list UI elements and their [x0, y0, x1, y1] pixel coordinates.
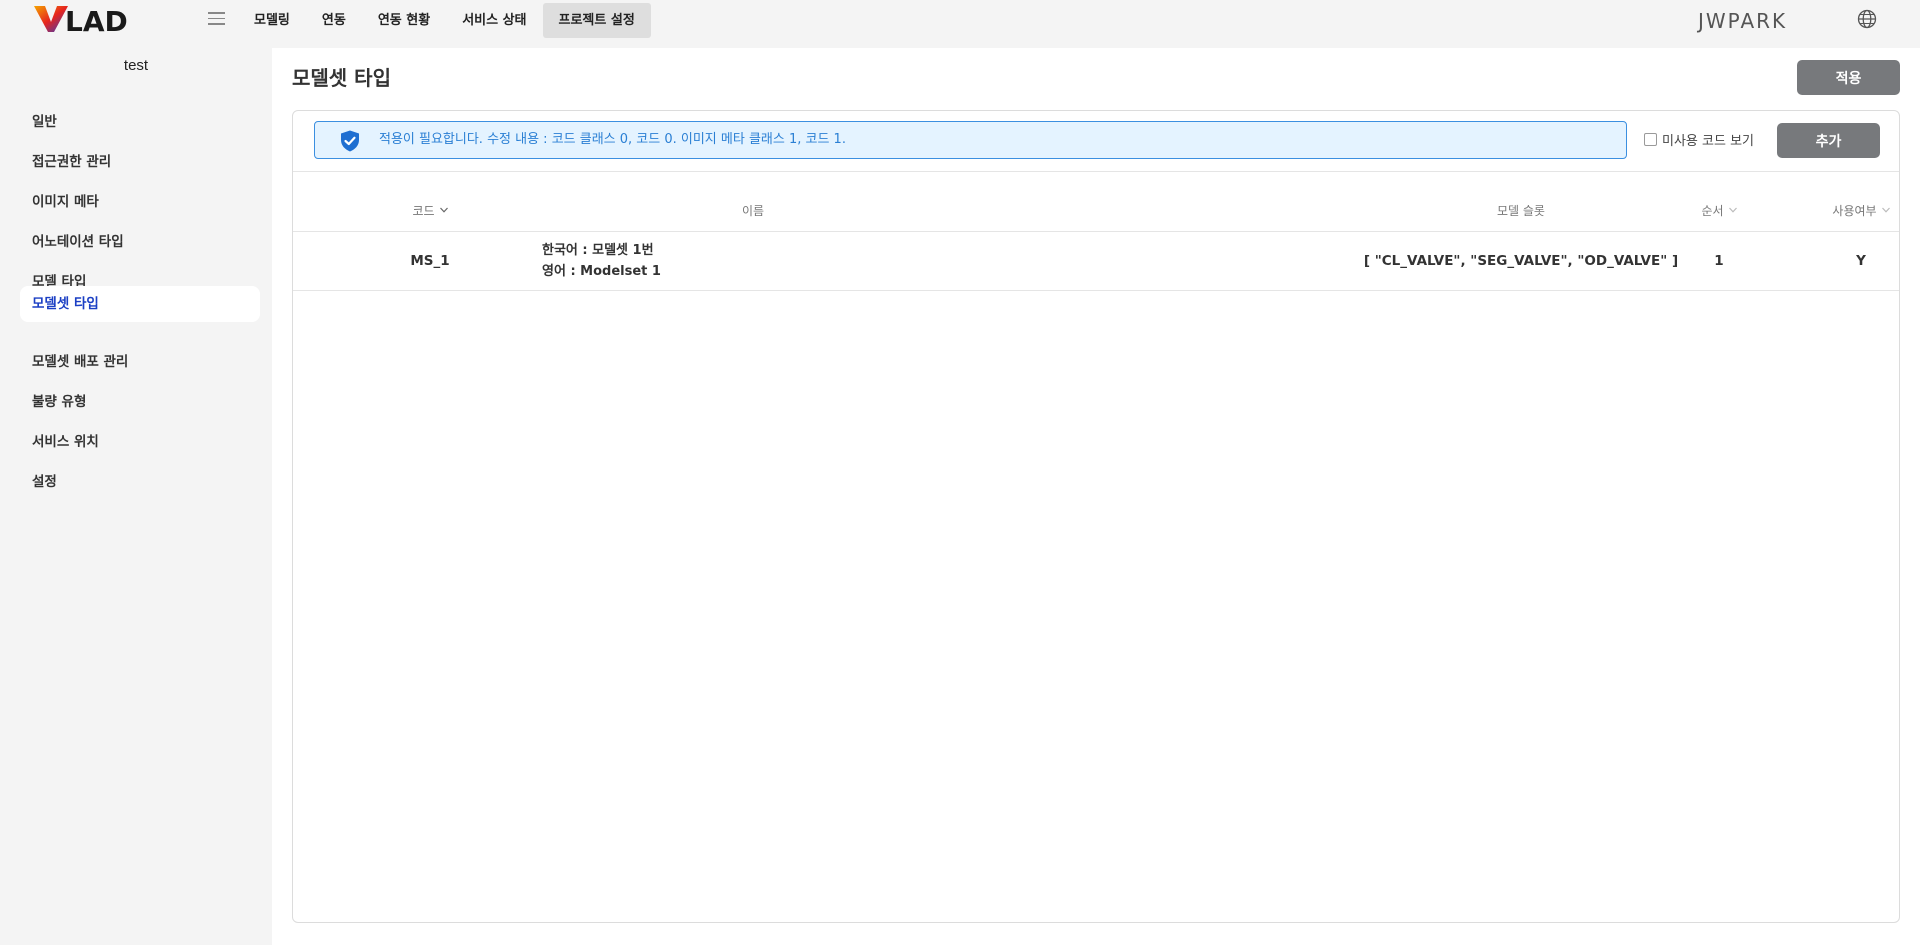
shield-check-icon	[341, 130, 359, 152]
table-header: 코드 이름 모델 슬롯 순서 사용여부	[293, 191, 1899, 231]
add-button[interactable]: 추가	[1777, 123, 1880, 158]
sidebar-item-service-location[interactable]: 서비스 위치	[20, 424, 260, 460]
nav-service-status[interactable]: 서비스 상태	[446, 3, 542, 38]
show-unused-checkbox[interactable]	[1644, 132, 1657, 146]
sidebar-item-settings[interactable]: 설정	[20, 464, 260, 500]
main-nav: 모델링 연동 연동 현황 서비스 상태 프로젝트 설정	[238, 3, 651, 38]
column-header-code[interactable]: 코드	[353, 191, 507, 231]
vlad-logo[interactable]: LAD	[34, 4, 164, 34]
sidebar-item-image-meta[interactable]: 이미지 메타	[20, 184, 260, 220]
cell-code: MS_1	[410, 253, 450, 269]
divider	[293, 171, 1899, 172]
cell-used: Y	[1856, 253, 1866, 269]
chevron-down-icon	[1881, 207, 1890, 213]
sidebar-item-modelset-deploy[interactable]: 모델셋 배포 관리	[20, 344, 260, 380]
top-header: LAD 모델링 연동 연동 현황 서비스 상태 프로젝트 설정 JWPARK	[0, 0, 1920, 42]
column-header-order-label: 순서	[1701, 204, 1724, 218]
chevron-down-icon	[1728, 207, 1737, 213]
project-name: test	[123, 57, 149, 74]
page-title: 모델셋 타입	[292, 66, 391, 90]
column-header-name: 이름	[741, 204, 765, 218]
nav-integration-status[interactable]: 연동 현황	[362, 3, 446, 38]
column-header-code-label: 코드	[412, 204, 435, 218]
modelset-panel: 적용이 필요합니다. 수정 내용 : 코드 클래스 0, 코드 0. 이미지 메…	[292, 110, 1900, 923]
pending-changes-notice: 적용이 필요합니다. 수정 내용 : 코드 클래스 0, 코드 0. 이미지 메…	[314, 121, 1627, 159]
svg-text:LAD: LAD	[65, 5, 128, 34]
chevron-down-icon	[439, 207, 448, 213]
show-unused-label: 미사용 코드 보기	[1662, 133, 1754, 149]
name-english: 영어 : Modelset 1	[542, 264, 661, 279]
show-unused-toggle[interactable]: 미사용 코드 보기	[1644, 129, 1754, 149]
name-korean: 한국어 : 모델셋 1번	[542, 243, 654, 258]
hamburger-icon[interactable]	[208, 12, 225, 26]
notice-text: 적용이 필요합니다. 수정 내용 : 코드 클래스 0, 코드 0. 이미지 메…	[379, 132, 846, 147]
sidebar-item-modelset-type[interactable]: 모델셋 타입	[20, 286, 260, 322]
table-row[interactable]: MS_1 한국어 : 모델셋 1번 영어 : Modelset 1 [ "CL_…	[293, 232, 1899, 290]
globe-icon[interactable]	[1857, 9, 1877, 29]
apply-button[interactable]: 적용	[1797, 60, 1900, 95]
sidebar-item-defect-type[interactable]: 불량 유형	[20, 384, 260, 420]
cell-name: 한국어 : 모델셋 1번 영어 : Modelset 1	[542, 240, 661, 284]
username[interactable]: JWPARK	[1698, 9, 1787, 33]
sidebar: test 일반 접근권한 관리 이미지 메타 어노테이션 타입 모델 타입 모델…	[0, 42, 270, 945]
divider	[293, 290, 1899, 291]
nav-project-settings[interactable]: 프로젝트 설정	[542, 3, 651, 38]
sidebar-item-general[interactable]: 일반	[20, 104, 260, 140]
nav-modeling[interactable]: 모델링	[238, 3, 306, 38]
sidebar-item-access[interactable]: 접근권한 관리	[20, 144, 260, 180]
sidebar-item-annotation-type[interactable]: 어노테이션 타입	[20, 224, 260, 260]
column-header-order[interactable]: 순서	[1657, 191, 1781, 231]
column-header-slot: 모델 슬롯	[1497, 204, 1545, 218]
cell-order: 1	[1714, 253, 1724, 269]
column-header-used-label: 사용여부	[1832, 204, 1877, 218]
main-content: 모델셋 타입 적용 적용이 필요합니다. 수정 내용 : 코드 클래스 0, 코…	[272, 48, 1920, 945]
nav-integration[interactable]: 연동	[306, 3, 362, 38]
column-header-used[interactable]: 사용여부	[1801, 191, 1920, 231]
